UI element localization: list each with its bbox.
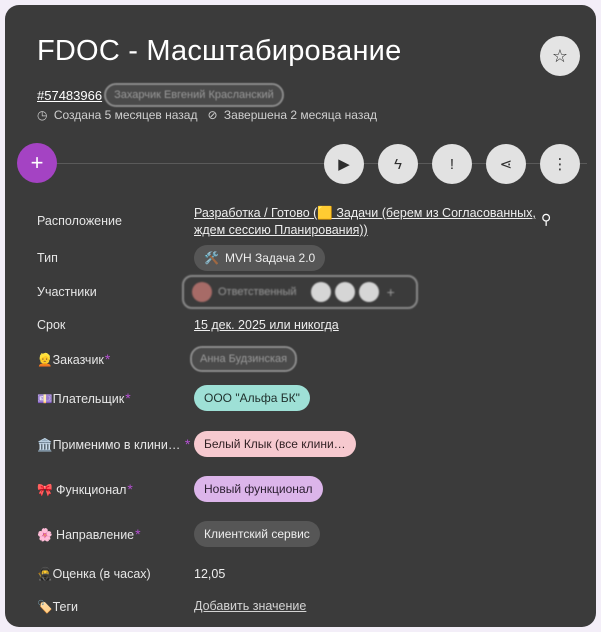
- customer-label: 👱Заказчик*: [37, 351, 110, 368]
- task-id-row: #57483966 Захарчик Евгений Красланский: [37, 83, 284, 107]
- alert-button[interactable]: !: [432, 144, 472, 184]
- page-title: FDOC - Масштабирование: [37, 35, 402, 67]
- created-text: Создана 5 месяцев назад: [53, 108, 198, 122]
- plus-icon: +: [386, 284, 395, 300]
- customer-chip[interactable]: Анна Будзинская: [190, 346, 298, 372]
- search-icon[interactable]: ⚲: [541, 211, 551, 228]
- payer-label: 💷Плательщик*: [37, 390, 131, 407]
- functional-chip[interactable]: Новый функционал: [194, 476, 323, 502]
- direction-label: 🌸 Направление*: [37, 526, 141, 543]
- participants-field[interactable]: Ответственный +: [182, 275, 418, 309]
- location-link-line1[interactable]: Разработка / Готово (🟨 Задачи (берем из …: [194, 206, 536, 221]
- payer-label-text: 💷Плательщик: [37, 392, 125, 406]
- add-tag-link[interactable]: Добавить значение: [194, 599, 306, 613]
- type-label: Тип: [37, 251, 58, 265]
- avatar: [334, 282, 355, 302]
- functional-label-text: 🎀 Функционал: [37, 483, 127, 497]
- payer-chip[interactable]: ООО "Альфа БК": [194, 385, 310, 411]
- clinics-value: Белый Клык (все клини…: [204, 437, 346, 451]
- required-mark: *: [104, 351, 111, 367]
- required-mark: *: [125, 390, 131, 406]
- estimate-value[interactable]: 12,05: [194, 567, 225, 581]
- flash-auto-icon: ϟ: [394, 155, 402, 173]
- share-button[interactable]: ⋖: [486, 144, 526, 184]
- direction-label-text: 🌸 Направление: [37, 528, 135, 542]
- clinics-label-text: 🏛️Применимо в клини…: [37, 438, 181, 452]
- clinics-chip[interactable]: Белый Клык (все клини…: [194, 431, 356, 457]
- task-card: FDOC - Масштабирование ☆ #57483966 Захар…: [5, 5, 596, 627]
- play-icon: ▶: [338, 156, 350, 173]
- task-meta: ◷ Создана 5 месяцев назад ⊘ Завершена 2 …: [37, 108, 377, 122]
- required-mark: *: [135, 526, 141, 542]
- author-chip[interactable]: Захарчик Евгений Красланский: [104, 83, 284, 107]
- completed-text: Завершена 2 месяца назад: [223, 108, 377, 122]
- participant-name: Ответственный: [218, 286, 297, 298]
- required-mark: *: [127, 481, 133, 497]
- more-button[interactable]: ⋮: [540, 144, 580, 184]
- location-link-line2[interactable]: ждем сессию Планирования)): [194, 223, 368, 237]
- deadline-value[interactable]: 15 дек. 2025 или никогда: [194, 318, 339, 332]
- avatar: [310, 282, 331, 302]
- more-vertical-icon: ⋮: [552, 156, 568, 173]
- type-value: MVH Задача 2.0: [224, 251, 316, 265]
- plus-icon: +: [30, 150, 44, 175]
- estimate-label: 🥷Оценка (в часах): [37, 567, 151, 581]
- functional-value: Новый функционал: [204, 482, 313, 496]
- type-chip[interactable]: 🛠️ MVH Задача 2.0: [194, 245, 326, 271]
- direction-value: Клиентский сервис: [204, 527, 310, 541]
- payer-value: ООО "Альфа БК": [204, 391, 300, 405]
- functional-label: 🎀 Функционал*: [37, 481, 133, 498]
- share-icon: ⋖: [499, 156, 513, 173]
- favorite-button[interactable]: ☆: [540, 36, 580, 76]
- location-label: Расположение: [37, 214, 122, 228]
- alert-icon: !: [449, 155, 455, 173]
- avatar: [192, 282, 212, 302]
- tools-icon: 🛠️: [204, 251, 219, 265]
- tags-label: 🏷️Теги: [37, 600, 78, 614]
- star-icon: ☆: [551, 45, 569, 66]
- deadline-label: Срок: [37, 318, 66, 332]
- avatar: [358, 282, 379, 302]
- customer-label-text: 👱Заказчик: [37, 353, 104, 367]
- direction-chip[interactable]: Клиентский сервис: [194, 521, 320, 547]
- flash-button[interactable]: ϟ: [378, 144, 418, 184]
- participants-label: Участники: [37, 285, 97, 299]
- check-circle-icon: ⊘: [207, 108, 218, 122]
- task-id-link[interactable]: #57483966: [37, 88, 102, 103]
- clock-icon: ◷: [37, 108, 48, 122]
- required-mark: *: [184, 436, 191, 452]
- add-button[interactable]: +: [17, 143, 57, 183]
- customer-value: Анна Будзинская: [200, 353, 288, 365]
- start-button[interactable]: ▶: [324, 144, 364, 184]
- clinics-label: 🏛️Применимо в клини… *: [37, 436, 190, 453]
